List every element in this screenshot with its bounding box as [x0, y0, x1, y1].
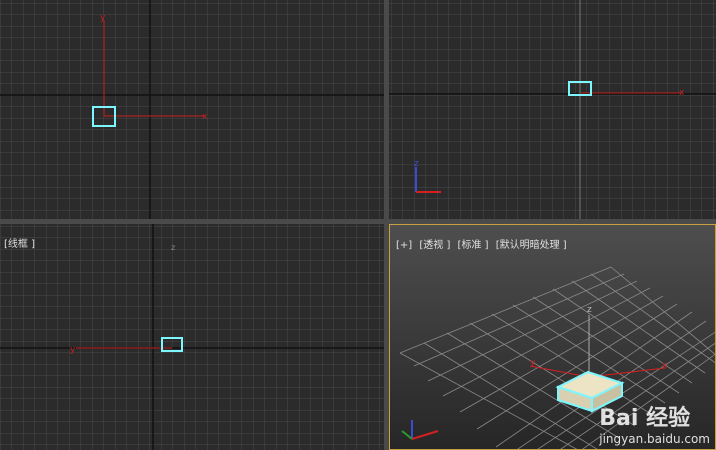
axis-label-x: x: [662, 361, 668, 371]
viewport-divider-horizontal[interactable]: [0, 219, 716, 224]
axis-label-z: z: [587, 305, 592, 315]
viewport-shading-menu[interactable]: [线框 ]: [4, 239, 35, 250]
axis-label-y: y: [530, 358, 536, 368]
viewport-view-menu[interactable]: [透视 ]: [419, 240, 450, 251]
viewport-label[interactable]: [+] [透视 ] [标准 ] [默认明暗处理 ]: [396, 236, 571, 251]
axis-label-x: x: [679, 88, 685, 98]
watermark-brand: Bai 经验: [599, 406, 691, 431]
viewport-front-canvas: x z: [389, 0, 716, 219]
viewport-left[interactable]: y z [线框 ]: [0, 224, 384, 450]
axis-label-y: y: [100, 13, 106, 23]
viewport-plus-menu[interactable]: [+]: [396, 240, 412, 251]
viewport-lighting-menu[interactable]: [默认明暗处理 ]: [496, 240, 567, 251]
viewport-left-canvas: y z: [0, 224, 384, 450]
viewport-top-canvas: y x: [0, 0, 384, 219]
watermark: Bai 经验 jingyan.baidu.com: [599, 400, 710, 446]
viewport-label[interactable]: [线框 ]: [4, 235, 39, 250]
axis-label-y: y: [70, 345, 76, 355]
viewport-front[interactable]: x z: [389, 0, 716, 219]
tripod-z-label: z: [414, 159, 419, 169]
viewport-divider-vertical[interactable]: [384, 0, 389, 450]
axis-label-x: x: [202, 112, 208, 122]
viewport-top[interactable]: y x: [0, 0, 384, 219]
watermark-url: jingyan.baidu.com: [599, 432, 710, 446]
axis-label-z: z: [171, 243, 175, 252]
viewport-shading-menu[interactable]: [标准 ]: [458, 240, 489, 251]
